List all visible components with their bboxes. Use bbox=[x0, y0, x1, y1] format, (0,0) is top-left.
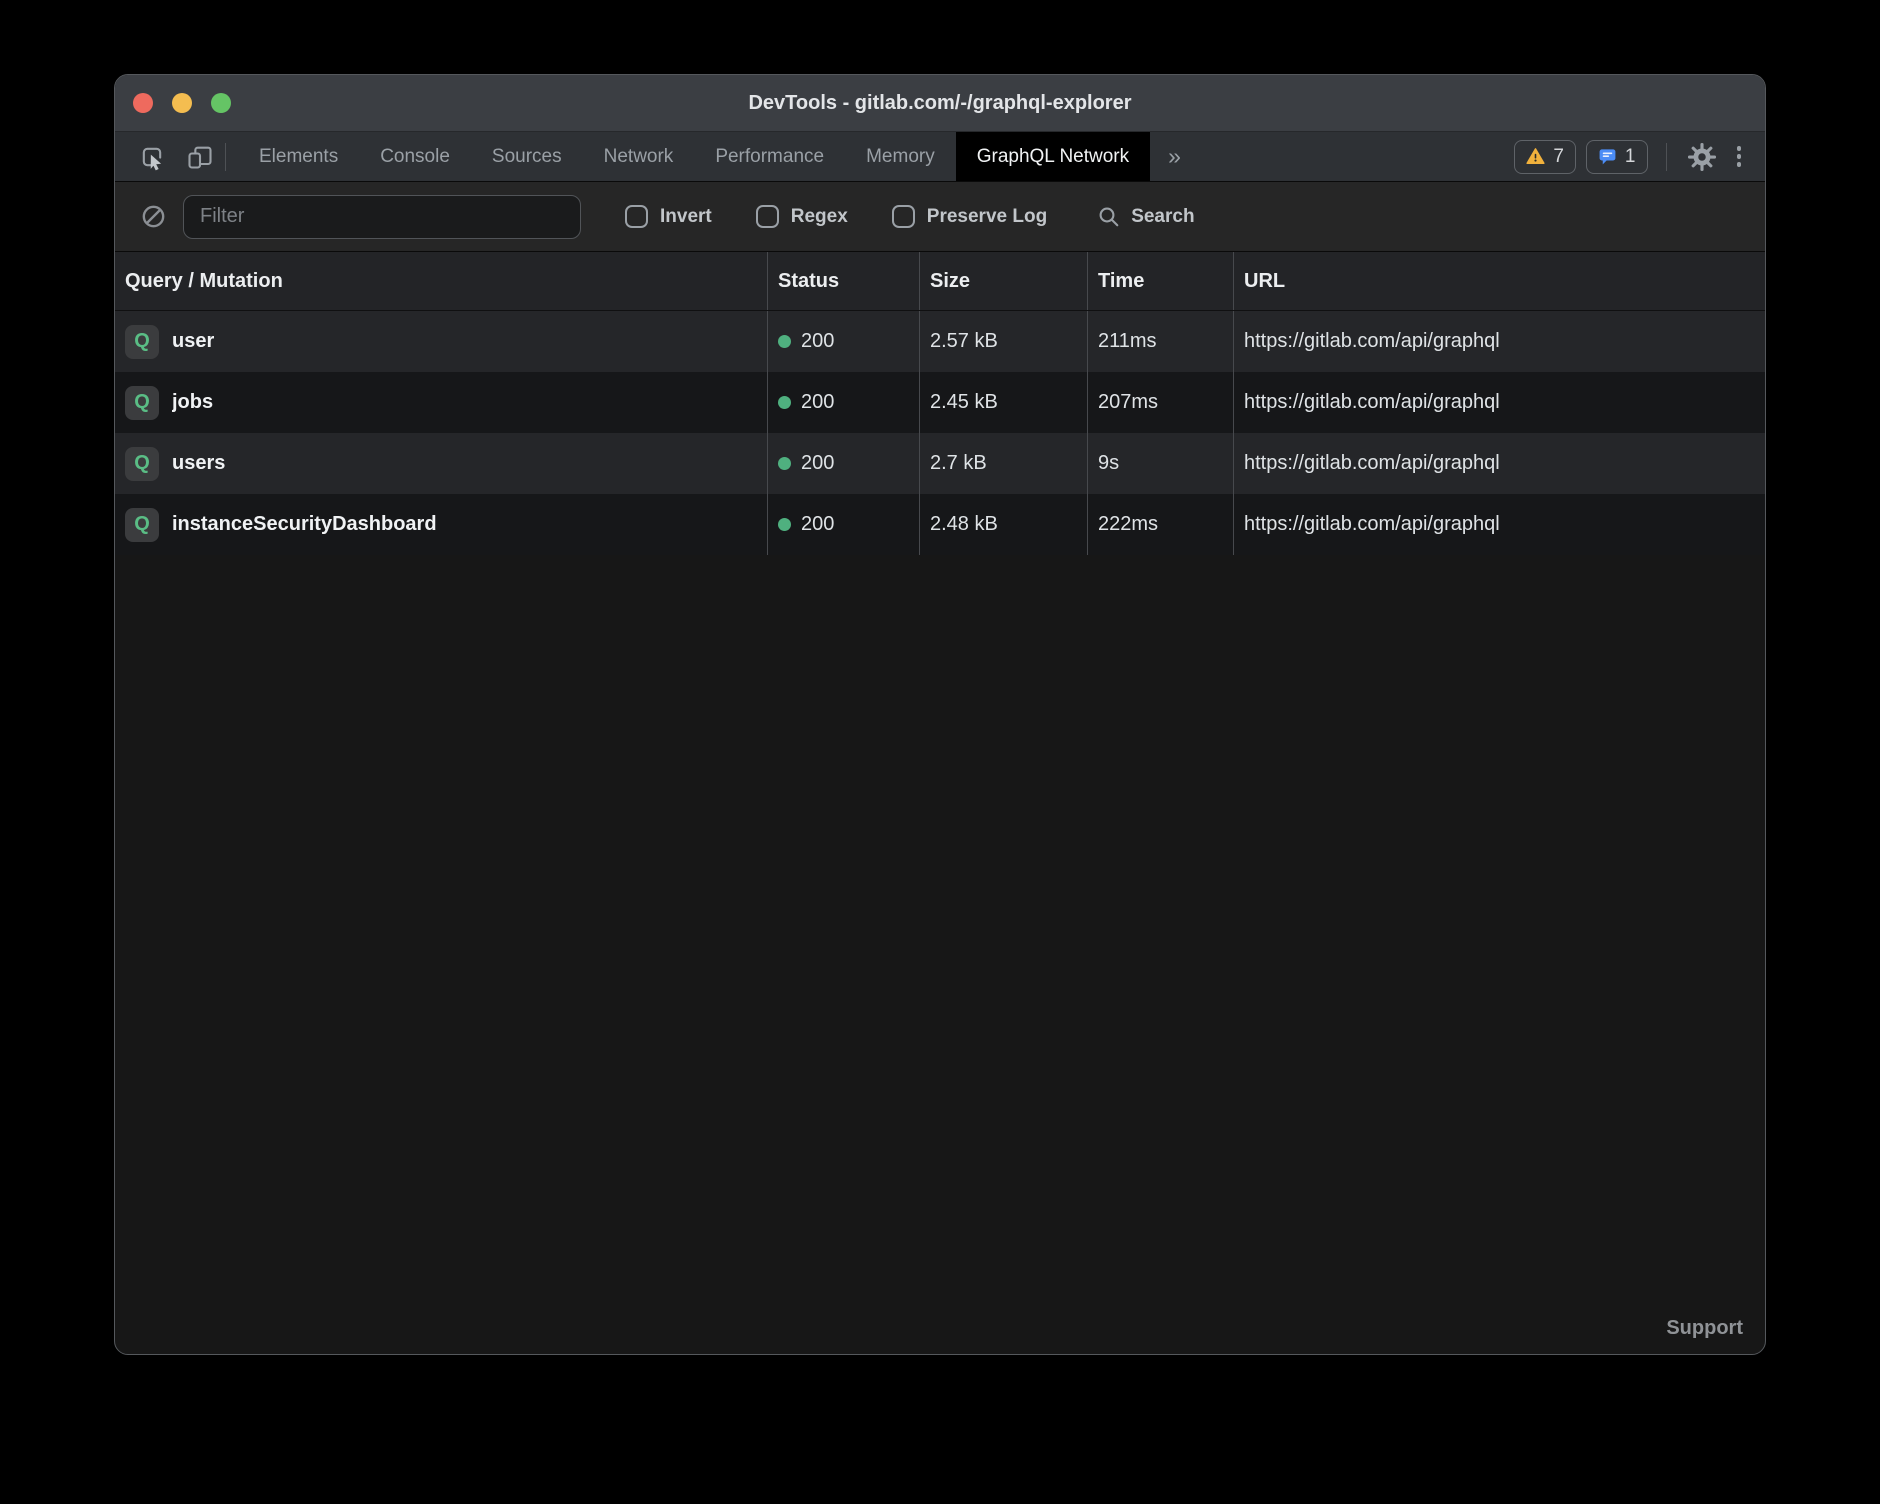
status-ok-dot-icon bbox=[778, 335, 791, 348]
search-label: Search bbox=[1131, 206, 1194, 228]
invert-toggle[interactable]: Invert bbox=[625, 205, 712, 228]
tabbar-separator bbox=[225, 143, 226, 171]
query-type-badge-icon: Q bbox=[125, 325, 159, 359]
size-cell: 2.48 kB bbox=[919, 494, 1087, 555]
preserve-log-checkbox bbox=[892, 205, 915, 228]
query-name-cell: Q user bbox=[115, 311, 767, 372]
query-name-cell: Q instanceSecurityDashboard bbox=[115, 494, 767, 555]
time-cell: 211ms bbox=[1087, 311, 1233, 372]
devtools-tabbar: Elements Console Sources Network Perform… bbox=[115, 132, 1765, 182]
status-cell: 200 bbox=[767, 433, 919, 494]
status-code: 200 bbox=[801, 513, 834, 536]
warnings-badge-button[interactable]: 7 bbox=[1514, 140, 1576, 174]
url-cell: https://gitlab.com/api/graphql bbox=[1233, 311, 1765, 372]
message-count: 1 bbox=[1625, 146, 1636, 168]
size-cell: 2.45 kB bbox=[919, 372, 1087, 433]
window-title: DevTools - gitlab.com/-/graphql-explorer bbox=[748, 92, 1131, 115]
status-code: 200 bbox=[801, 391, 834, 414]
status-ok-dot-icon bbox=[778, 457, 791, 470]
size-cell: 2.7 kB bbox=[919, 433, 1087, 494]
more-options-kebab-icon[interactable] bbox=[1729, 146, 1750, 167]
regex-toggle[interactable]: Regex bbox=[756, 205, 848, 228]
messages-badge-button[interactable]: 1 bbox=[1586, 140, 1648, 174]
tab-console[interactable]: Console bbox=[359, 132, 471, 181]
url-cell: https://gitlab.com/api/graphql bbox=[1233, 372, 1765, 433]
table-header-row: Query / Mutation Status Size Time URL bbox=[115, 252, 1765, 311]
query-type-badge-icon: Q bbox=[125, 386, 159, 420]
search-button[interactable]: Search bbox=[1097, 205, 1194, 229]
table-row[interactable]: Q instanceSecurityDashboard 200 2.48 kB … bbox=[115, 494, 1765, 555]
minimize-window-button[interactable] bbox=[172, 93, 192, 113]
time-cell: 207ms bbox=[1087, 372, 1233, 433]
query-type-badge-icon: Q bbox=[125, 447, 159, 481]
tab-memory[interactable]: Memory bbox=[845, 132, 956, 181]
preserve-log-toggle[interactable]: Preserve Log bbox=[892, 205, 1047, 228]
status-cell: 200 bbox=[767, 372, 919, 433]
status-ok-dot-icon bbox=[778, 518, 791, 531]
column-header-query-mutation[interactable]: Query / Mutation bbox=[115, 252, 767, 310]
zoom-window-button[interactable] bbox=[211, 93, 231, 113]
filter-input[interactable] bbox=[183, 195, 581, 239]
status-code: 200 bbox=[801, 330, 834, 353]
tab-sources[interactable]: Sources bbox=[471, 132, 583, 181]
more-tabs-chevron-icon[interactable]: » bbox=[1150, 132, 1199, 181]
devtools-window: DevTools - gitlab.com/-/graphql-explorer… bbox=[114, 74, 1766, 1355]
query-name-cell: Q jobs bbox=[115, 372, 767, 433]
regex-label: Regex bbox=[791, 206, 848, 228]
invert-checkbox bbox=[625, 205, 648, 228]
clear-filter-icon[interactable] bbox=[139, 200, 167, 234]
support-link[interactable]: Support bbox=[1666, 1317, 1743, 1340]
url-cell: https://gitlab.com/api/graphql bbox=[1233, 433, 1765, 494]
query-name: users bbox=[172, 452, 225, 475]
message-bubble-icon bbox=[1598, 147, 1617, 166]
time-cell: 222ms bbox=[1087, 494, 1233, 555]
tab-performance[interactable]: Performance bbox=[694, 132, 845, 181]
query-name-cell: Q users bbox=[115, 433, 767, 494]
status-cell: 200 bbox=[767, 311, 919, 372]
tab-elements[interactable]: Elements bbox=[238, 132, 359, 181]
invert-label: Invert bbox=[660, 206, 712, 228]
query-name: jobs bbox=[172, 391, 213, 414]
controls-separator bbox=[1666, 143, 1667, 171]
regex-checkbox bbox=[756, 205, 779, 228]
table-row[interactable]: Q user 200 2.57 kB 211ms https://gitlab.… bbox=[115, 311, 1765, 372]
traffic-lights bbox=[133, 75, 231, 131]
column-header-time[interactable]: Time bbox=[1087, 252, 1233, 310]
inspect-element-icon[interactable] bbox=[135, 140, 169, 174]
tabbar-left-tools bbox=[115, 132, 217, 181]
url-cell: https://gitlab.com/api/graphql bbox=[1233, 494, 1765, 555]
tab-graphql-network[interactable]: GraphQL Network bbox=[956, 132, 1150, 181]
tab-network[interactable]: Network bbox=[583, 132, 695, 181]
preserve-log-label: Preserve Log bbox=[927, 206, 1047, 228]
size-cell: 2.57 kB bbox=[919, 311, 1087, 372]
titlebar: DevTools - gitlab.com/-/graphql-explorer bbox=[115, 75, 1765, 132]
table-row[interactable]: Q users 200 2.7 kB 9s https://gitlab.com… bbox=[115, 433, 1765, 494]
column-header-url[interactable]: URL bbox=[1233, 252, 1765, 310]
search-icon bbox=[1097, 205, 1121, 229]
query-name: user bbox=[172, 330, 214, 353]
query-name: instanceSecurityDashboard bbox=[172, 513, 437, 536]
warning-count: 7 bbox=[1553, 146, 1564, 168]
device-toolbar-icon[interactable] bbox=[183, 140, 217, 174]
request-table-body: Q user 200 2.57 kB 211ms https://gitlab.… bbox=[115, 311, 1765, 555]
filter-toolbar: Invert Regex Preserve Log Search bbox=[115, 182, 1765, 252]
status-cell: 200 bbox=[767, 494, 919, 555]
panel-tabs: Elements Console Sources Network Perform… bbox=[238, 132, 1199, 181]
status-code: 200 bbox=[801, 452, 834, 475]
status-ok-dot-icon bbox=[778, 396, 791, 409]
warning-triangle-icon bbox=[1526, 147, 1545, 166]
close-window-button[interactable] bbox=[133, 93, 153, 113]
column-header-status[interactable]: Status bbox=[767, 252, 919, 310]
table-row[interactable]: Q jobs 200 2.45 kB 207ms https://gitlab.… bbox=[115, 372, 1765, 433]
settings-gear-icon[interactable] bbox=[1685, 140, 1719, 174]
time-cell: 9s bbox=[1087, 433, 1233, 494]
query-type-badge-icon: Q bbox=[125, 508, 159, 542]
tabbar-right-controls: 7 1 bbox=[1514, 132, 1765, 181]
column-header-size[interactable]: Size bbox=[919, 252, 1087, 310]
